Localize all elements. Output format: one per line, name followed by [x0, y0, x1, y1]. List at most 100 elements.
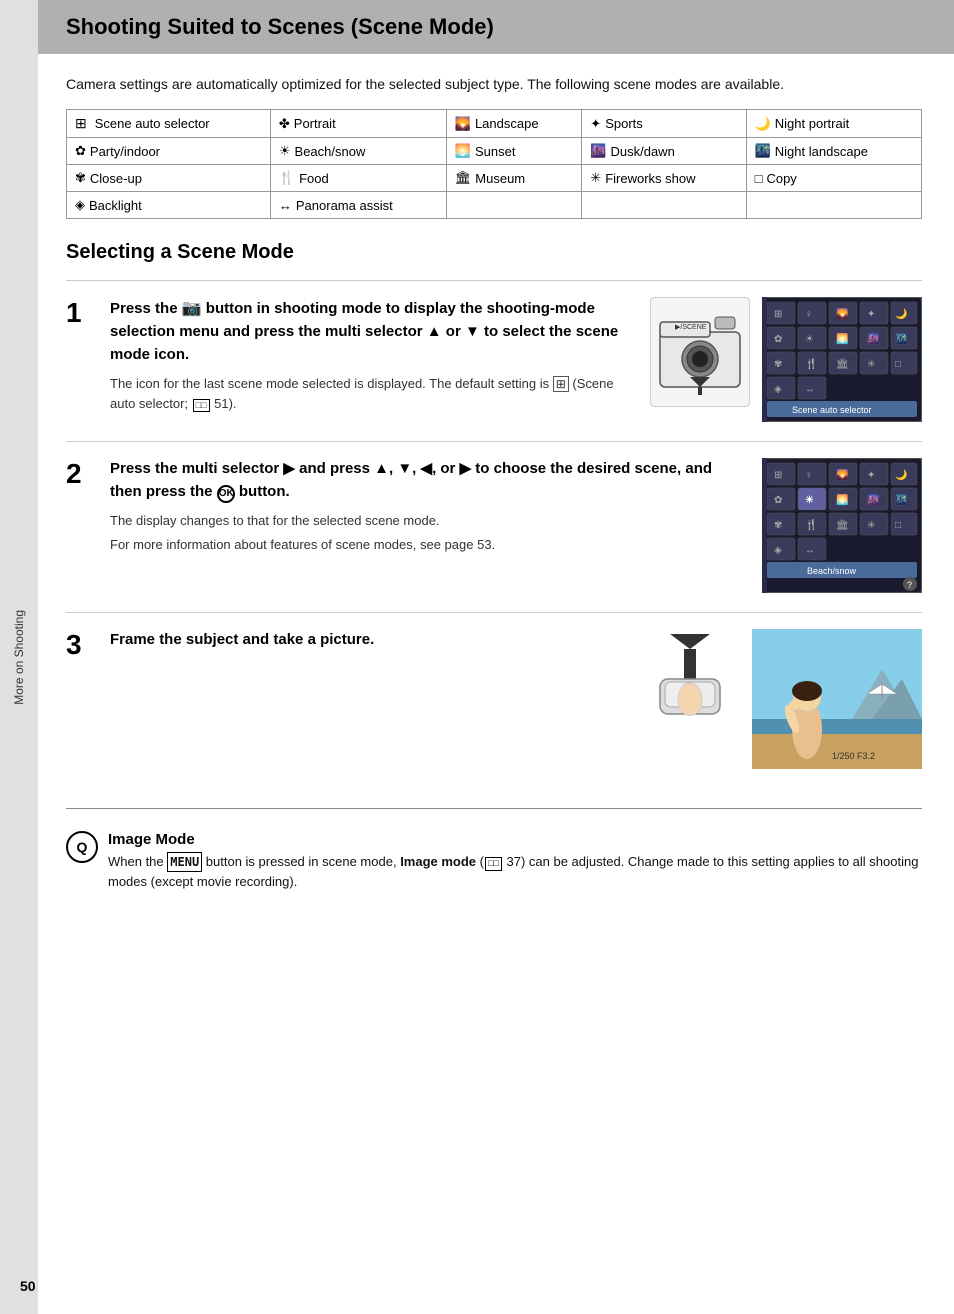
- step-3-content: Frame the subject and take a picture.: [110, 629, 624, 660]
- table-cell: ✦ Sports: [582, 110, 746, 138]
- panorama-icon: ↔: [279, 198, 292, 213]
- svg-text:□: □: [895, 520, 901, 531]
- lcd-screen-1: ⊞ ♀ 🌄 ✦ 🌙 ✿ ☀ 🌅 🌆 🌃 ✾ 🍴 🏛: [762, 297, 922, 425]
- step-2-number: 2: [66, 460, 94, 488]
- step-2-images: ⊞ ♀ 🌄 ✦ 🌙 ✿ ☀ 🌅 🌆 🌃 ✾ 🍴 🏛: [762, 458, 922, 596]
- sidebar-label: More on Shooting: [12, 610, 26, 705]
- svg-text:✳: ✳: [867, 359, 875, 370]
- steps-container: 1 Press the 📷 button in shooting mode to…: [66, 280, 922, 788]
- image-mode-bold: Image mode: [400, 854, 476, 869]
- table-cell: ✾ Close-up: [67, 165, 271, 192]
- step-1-number: 1: [66, 299, 94, 327]
- dusk-label: Dusk/dawn: [610, 144, 674, 159]
- sunset-label: Sunset: [475, 144, 515, 159]
- svg-text:↔: ↔: [805, 384, 815, 395]
- table-row: ✿ Party/indoor ☀ Beach/snow 🌅 Sun: [67, 138, 922, 165]
- intro-text: Camera settings are automatically optimi…: [66, 74, 922, 95]
- step-2-sub1: The display changes to that for the sele…: [110, 511, 746, 531]
- svg-text:⊞: ⊞: [774, 309, 782, 320]
- svg-text:☀: ☀: [805, 495, 814, 506]
- table-cell: ↔ Panorama assist: [270, 192, 446, 219]
- table-cell: [746, 192, 921, 219]
- svg-text:🍴: 🍴: [805, 357, 817, 370]
- svg-text:◈: ◈: [774, 384, 782, 395]
- closeup-icon: ✾: [75, 170, 86, 186]
- sports-label: Sports: [605, 116, 643, 131]
- party-label: Party/indoor: [90, 144, 160, 159]
- svg-text:□: □: [895, 359, 901, 370]
- copy-label: Copy: [766, 171, 796, 186]
- svg-text:🌅: 🌅: [836, 332, 848, 345]
- table-cell: 🌃 Night landscape: [746, 138, 921, 165]
- svg-text:✳: ✳: [867, 520, 875, 531]
- step-2-sub2: For more information about features of s…: [110, 535, 746, 555]
- svg-text:✾: ✾: [774, 359, 782, 370]
- step-1-content: Press the 📷 button in shooting mode to d…: [110, 297, 634, 413]
- svg-text:🌃: 🌃: [895, 332, 907, 345]
- table-cell: 🌄 Landscape: [446, 110, 582, 138]
- fireworks-label: Fireworks show: [605, 171, 695, 186]
- table-cell: 🌙 Night portrait: [746, 110, 921, 138]
- step-3-images: 1/250 F3.2: [640, 629, 922, 772]
- step-2-main: Press the multi selector ▶ and press ▲, …: [110, 458, 746, 503]
- portrait-label: Portrait: [294, 116, 336, 131]
- tri-up-icon: ▲: [427, 323, 442, 340]
- page-number: 50: [20, 1278, 36, 1294]
- svg-text:🌙: 🌙: [895, 307, 907, 320]
- note-text: When the MENU button is pressed in scene…: [108, 852, 922, 892]
- portrait-icon: ✤: [279, 116, 290, 132]
- main-content: Shooting Suited to Scenes (Scene Mode) C…: [38, 0, 954, 1314]
- beach-label: Beach/snow: [295, 144, 366, 159]
- step-2: 2 Press the multi selector ▶ and press ▲…: [66, 441, 922, 612]
- step-3-number: 3: [66, 631, 94, 659]
- svg-text:🏛: 🏛: [836, 358, 849, 370]
- scene-auto-icon: ⊞: [75, 115, 87, 132]
- svg-text:🍴: 🍴: [805, 518, 817, 531]
- copy-icon: □: [755, 171, 763, 186]
- note-section: Q Image Mode When the MENU button is pre…: [66, 831, 922, 892]
- sports-icon: ✦: [590, 116, 601, 132]
- page-title: Shooting Suited to Scenes (Scene Mode): [38, 0, 954, 54]
- svg-text:Scene auto selector: Scene auto selector: [792, 405, 872, 415]
- table-row: ◈ Backlight ↔ Panorama assist: [67, 192, 922, 219]
- svg-text:✦: ✦: [867, 470, 875, 481]
- museum-label: Museum: [475, 171, 525, 186]
- svg-text:⊞: ⊞: [774, 470, 782, 481]
- landscape-label: Landscape: [475, 116, 539, 131]
- svg-text:♀: ♀: [805, 470, 813, 481]
- beach-scene-image: 1/250 F3.2: [752, 629, 922, 772]
- svg-text:🌅: 🌅: [836, 493, 848, 506]
- food-label: Food: [299, 171, 329, 186]
- backlight-label: Backlight: [89, 198, 142, 213]
- night-landscape-label: Night landscape: [775, 144, 868, 159]
- table-cell: ✤ Portrait: [270, 110, 446, 138]
- svg-text:?: ?: [907, 580, 912, 590]
- svg-text:◈: ◈: [774, 545, 782, 556]
- svg-text:☀: ☀: [805, 334, 814, 345]
- note-title: Image Mode: [108, 831, 922, 848]
- food-icon: 🍴: [279, 170, 295, 186]
- beach-icon: ☀: [279, 143, 291, 159]
- table-cell: 🍴 Food: [270, 165, 446, 192]
- ref-box: □□: [485, 857, 502, 871]
- sidebar: More on Shooting: [0, 0, 38, 1314]
- ok-button-icon: OK: [217, 485, 235, 503]
- table-cell: ✳ Fireworks show: [582, 165, 746, 192]
- svg-text:🏛: 🏛: [836, 519, 849, 531]
- scene-auto-label: Scene auto selector: [95, 116, 210, 131]
- sunset-icon: 🌅: [455, 143, 471, 159]
- svg-text:🌆: 🌆: [867, 332, 879, 345]
- svg-text:✿: ✿: [774, 334, 782, 345]
- dusk-icon: 🌆: [590, 143, 606, 159]
- svg-text:▶/SCENE: ▶/SCENE: [675, 324, 707, 331]
- camera-icon: 📷: [182, 300, 202, 317]
- table-row: ✾ Close-up 🍴 Food 🏛 Museum: [67, 165, 922, 192]
- menu-button-icon: MENU: [167, 852, 202, 872]
- table-cell: 🌅 Sunset: [446, 138, 582, 165]
- svg-text:🌙: 🌙: [895, 468, 907, 481]
- tri-down-icon: ▼: [465, 323, 480, 340]
- party-icon: ✿: [75, 143, 86, 159]
- table-cell: 🏛 Museum: [446, 165, 582, 192]
- section-title: Selecting a Scene Mode: [66, 241, 922, 264]
- table-cell: ☀ Beach/snow: [270, 138, 446, 165]
